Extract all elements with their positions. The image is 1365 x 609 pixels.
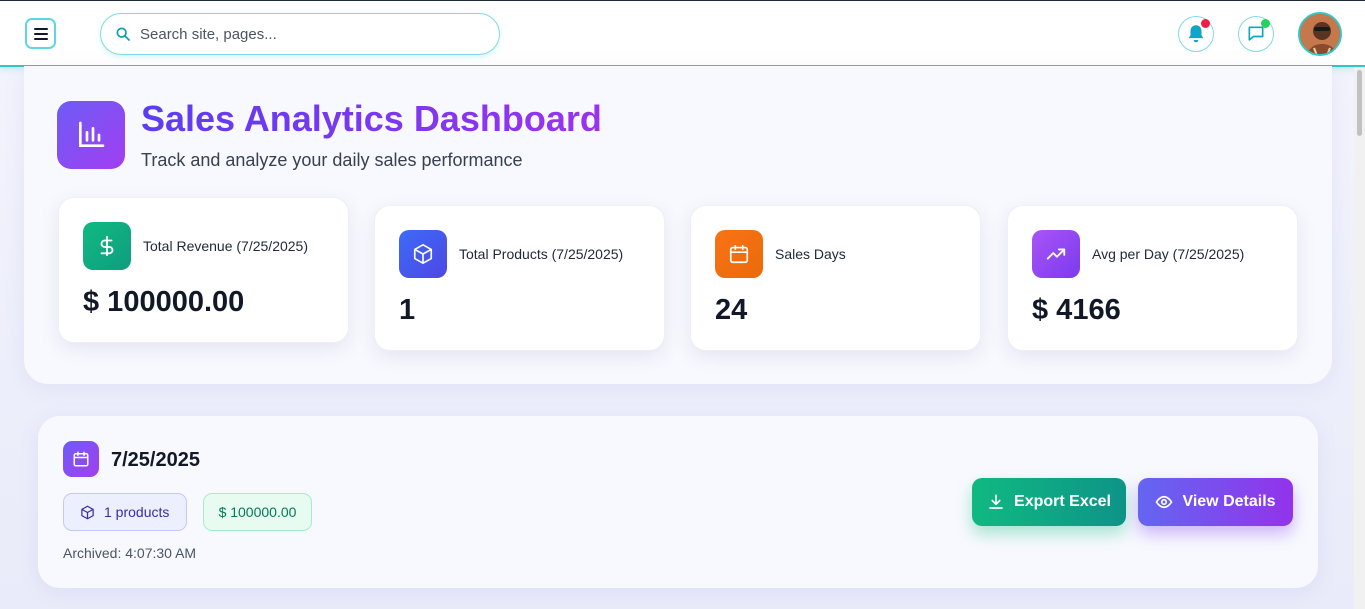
bar-chart-icon <box>79 121 105 147</box>
calendar-icon <box>729 244 749 264</box>
archived-time: Archived: 4:07:30 AM <box>63 545 197 561</box>
dollar-icon <box>100 235 114 257</box>
export-excel-button[interactable]: Export Excel <box>972 478 1126 526</box>
avatar-image <box>1300 14 1340 54</box>
user-avatar[interactable] <box>1298 12 1342 56</box>
stat-card-total-products: Total Products (7/25/2025) 1 <box>374 205 665 351</box>
stat-icon-box <box>1032 230 1080 278</box>
archive-entry-card: 7/25/2025 1 products $ 100000.00 Archive… <box>38 416 1318 588</box>
notification-dot <box>1201 19 1210 28</box>
view-details-button[interactable]: View Details <box>1138 478 1293 526</box>
stat-icon-box <box>715 230 763 278</box>
notifications-button[interactable] <box>1178 16 1214 52</box>
menu-button[interactable] <box>25 18 56 49</box>
stat-value: $ 4166 <box>1032 294 1121 326</box>
stat-value: 24 <box>715 294 748 326</box>
products-count-badge: 1 products <box>63 493 187 531</box>
stat-card-total-revenue: Total Revenue (7/25/2025) $ 100000.00 <box>58 197 349 343</box>
stat-label: Avg per Day (7/25/2025) <box>1092 246 1245 262</box>
stat-label: Sales Days <box>775 246 846 262</box>
search-bar <box>100 13 500 55</box>
amount-badge: $ 100000.00 <box>203 493 312 531</box>
trending-up-icon <box>1046 248 1066 260</box>
box-icon <box>81 505 94 519</box>
search-icon <box>116 27 130 41</box>
stat-card-avg-per-day: Avg per Day (7/25/2025) $ 4166 <box>1007 205 1298 351</box>
messages-button[interactable] <box>1238 16 1274 52</box>
stat-card-sales-days: Sales Days 24 <box>690 205 981 351</box>
stat-value: $ 100000.00 <box>83 286 245 318</box>
products-count-text: 1 products <box>104 504 170 520</box>
dashboard-header-card: Sales Analytics Dashboard Track and anal… <box>24 66 1332 384</box>
archive-date: 7/25/2025 <box>111 449 200 471</box>
amount-text: $ 100000.00 <box>218 504 297 520</box>
page-title: Sales Analytics Dashboard <box>141 98 602 139</box>
scrollbar-thumb[interactable] <box>1357 70 1362 136</box>
dashboard-logo <box>57 101 125 169</box>
search-input[interactable] <box>140 25 470 43</box>
hamburger-icon <box>33 27 48 40</box>
message-dot <box>1261 19 1270 28</box>
eye-icon <box>1156 495 1173 509</box>
view-details-label: View Details <box>1182 493 1276 510</box>
stat-value: 1 <box>399 294 416 326</box>
export-excel-label: Export Excel <box>1014 493 1111 510</box>
archive-icon-box <box>63 441 99 477</box>
download-icon <box>989 494 1003 509</box>
stat-icon-box <box>399 230 447 278</box>
page-scrollbar[interactable] <box>1354 67 1365 609</box>
stat-icon-box <box>83 222 131 270</box>
calendar-icon <box>73 451 89 467</box>
stat-label: Total Products (7/25/2025) <box>459 246 624 262</box>
top-navbar <box>0 0 1365 67</box>
box-icon <box>413 244 433 264</box>
page-subtitle: Track and analyze your daily sales perfo… <box>141 150 523 170</box>
stat-label: Total Revenue (7/25/2025) <box>143 238 308 254</box>
